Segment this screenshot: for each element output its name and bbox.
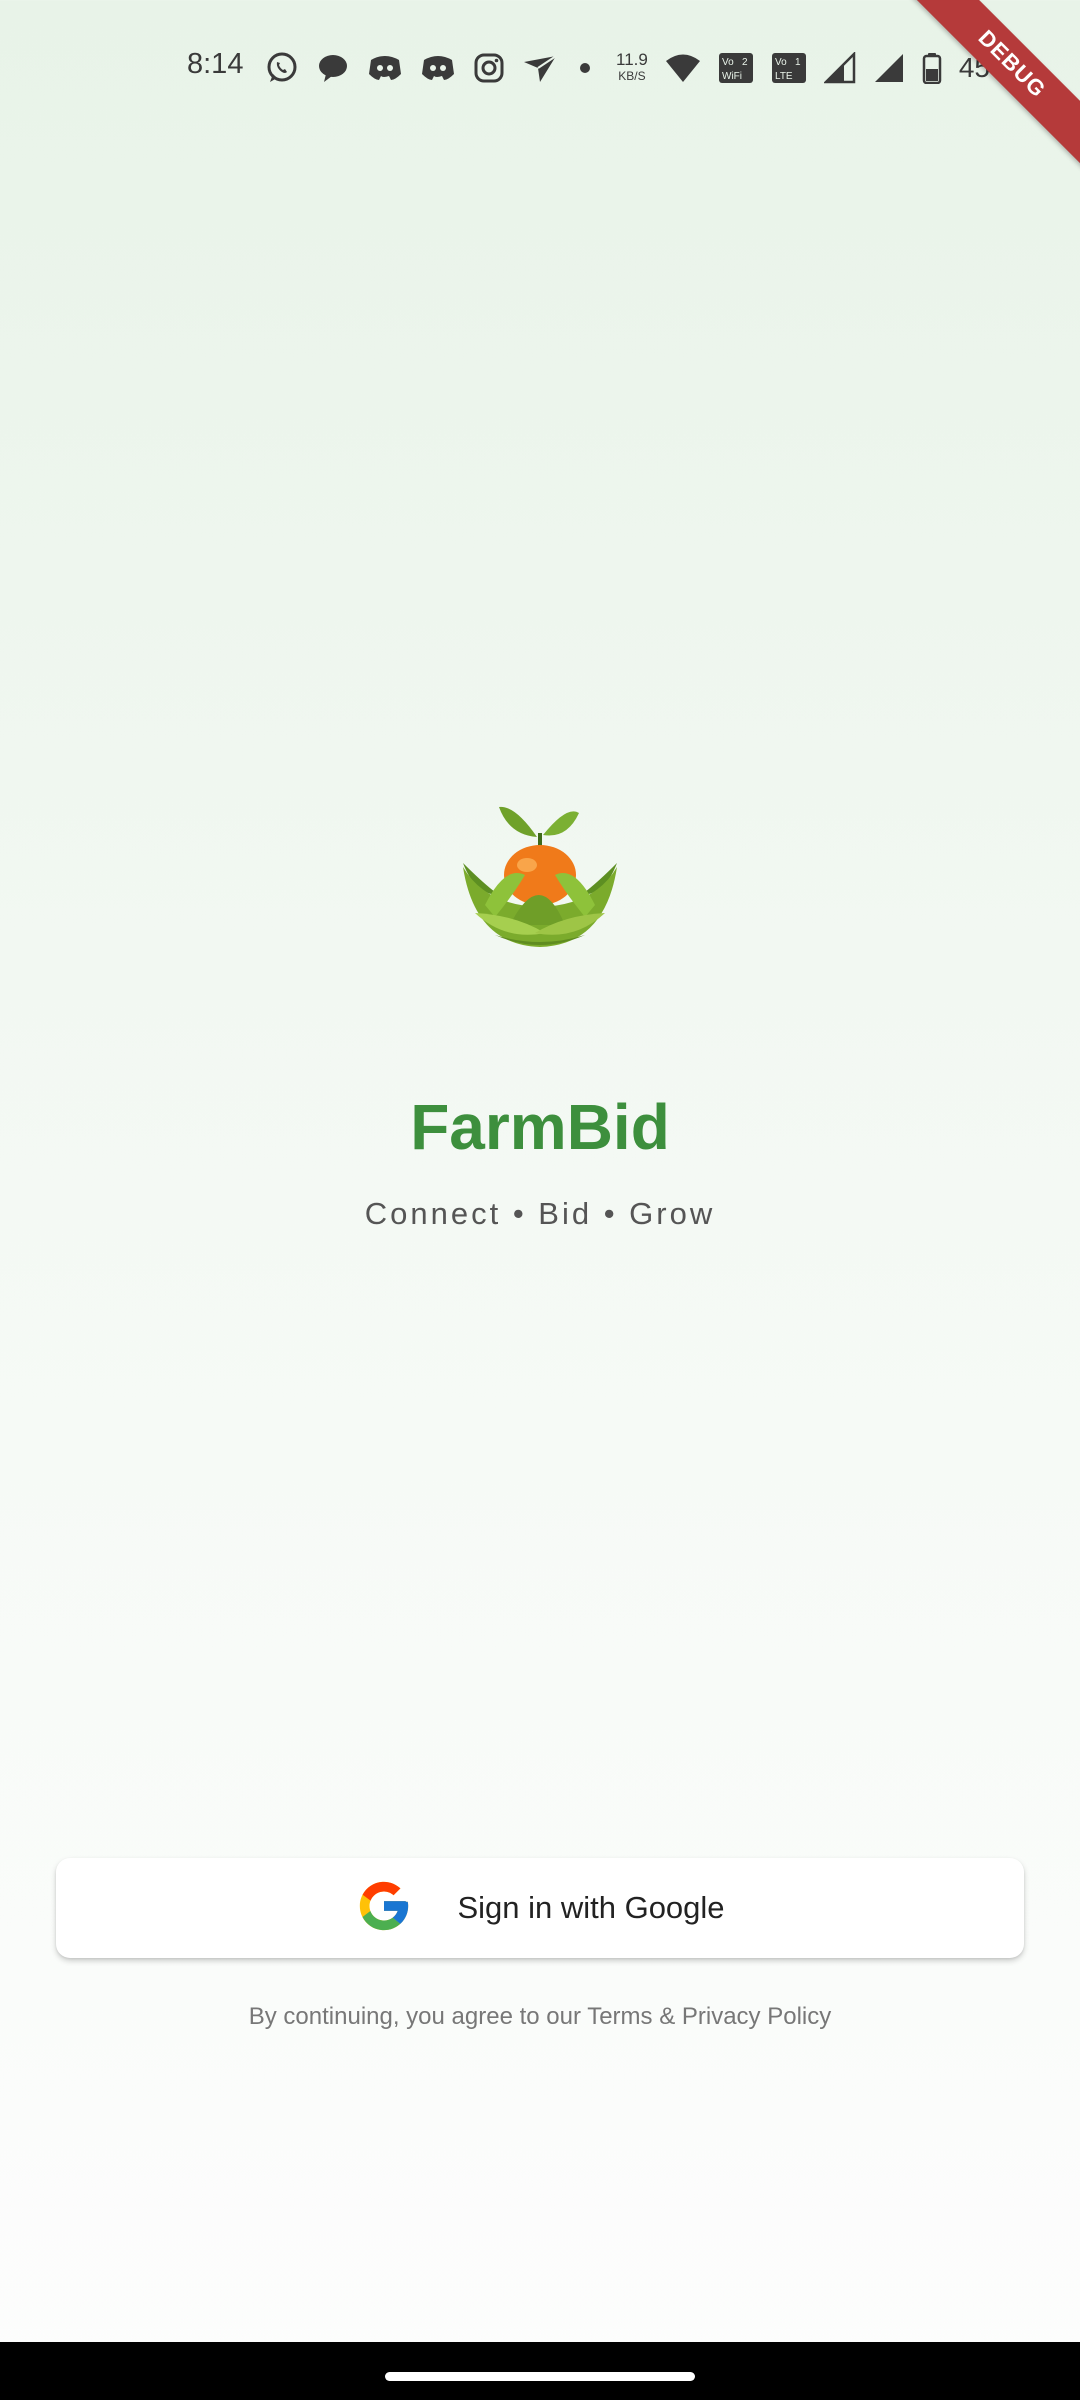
status-bar: 8:14 11.9 KB/S Vo 2 WiFi Vo 1 LTE bbox=[0, 0, 1080, 135]
discord-icon bbox=[367, 52, 403, 84]
status-icons: 11.9 KB/S Vo 2 WiFi Vo 1 LTE bbox=[265, 48, 1015, 88]
sim2-number: 1 bbox=[795, 57, 801, 68]
network-speed: 11.9 KB/S bbox=[616, 51, 648, 85]
google-sign-in-label: Sign in with Google bbox=[457, 1890, 725, 1925]
sim1-number: 2 bbox=[742, 57, 748, 68]
sim2-label-bottom: LTE bbox=[775, 71, 793, 82]
battery-icon bbox=[922, 52, 942, 84]
wifi-icon bbox=[665, 52, 701, 84]
signal-icon bbox=[873, 52, 905, 84]
status-time: 8:14 bbox=[187, 48, 244, 80]
signal-icon bbox=[823, 52, 856, 84]
sim2-label-top: Vo bbox=[775, 57, 787, 68]
app-tagline: Connect • Bid • Grow bbox=[364, 1196, 716, 1231]
farmbid-logo-icon bbox=[455, 795, 625, 955]
app-title: FarmBid bbox=[410, 1091, 670, 1163]
chat-bubble-icon bbox=[316, 51, 350, 85]
discord-icon bbox=[420, 52, 456, 84]
instagram-icon bbox=[473, 52, 505, 84]
whatsapp-icon bbox=[265, 51, 299, 85]
sim1-label-top: Vo bbox=[722, 57, 734, 68]
google-sign-in-button[interactable]: Sign in with Google bbox=[56, 1858, 1024, 1958]
google-icon bbox=[355, 1877, 413, 1940]
terms-notice: By continuing, you agree to our Terms & … bbox=[248, 2003, 832, 2030]
home-indicator[interactable] bbox=[385, 2372, 695, 2381]
volte-badge-icon: Vo 1 LTE bbox=[771, 52, 807, 84]
sim1-label-bottom: WiFi bbox=[722, 71, 742, 82]
vowifi-badge-icon: Vo 2 WiFi bbox=[718, 52, 754, 84]
dot-icon bbox=[575, 52, 595, 84]
network-speed-value: 11.9 bbox=[616, 50, 648, 69]
network-speed-unit: KB/S bbox=[618, 69, 646, 83]
navigation-bar bbox=[0, 2342, 1080, 2400]
send-icon bbox=[522, 52, 558, 84]
